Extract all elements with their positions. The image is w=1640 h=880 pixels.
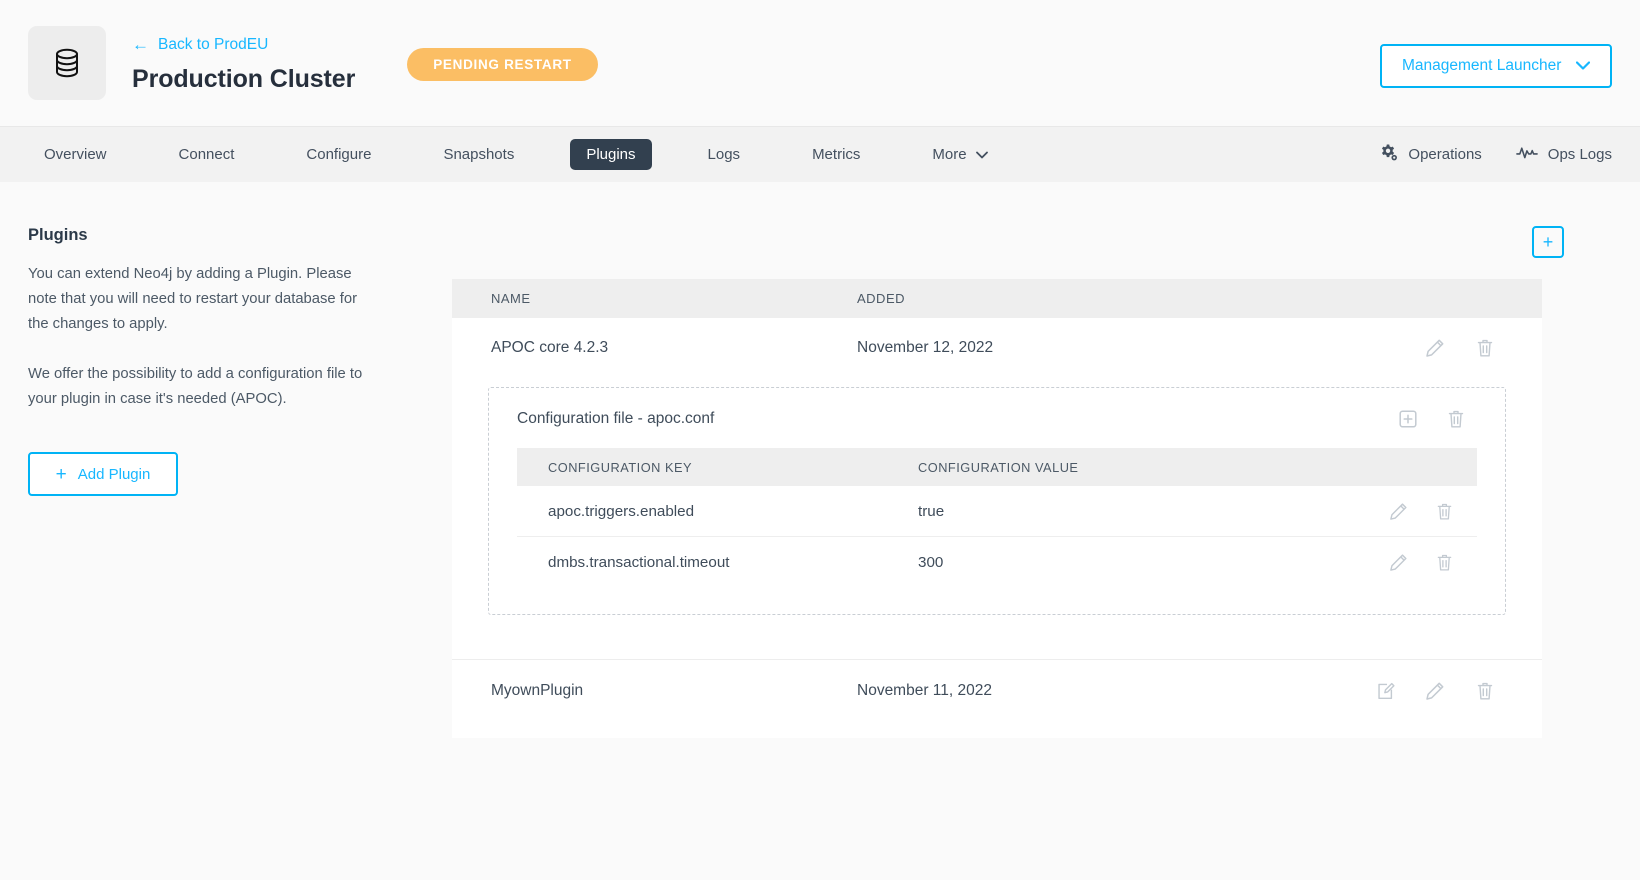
back-link-label: Back to ProdEU [158, 37, 268, 53]
sidebar-heading: Plugins [28, 226, 420, 245]
tab-more-label: More [932, 146, 966, 163]
plugin-added-date: November 12, 2022 [857, 339, 1424, 357]
add-plugin-label: Add Plugin [78, 466, 151, 483]
column-header-config-value: CONFIGURATION VALUE [918, 460, 1078, 475]
management-launcher-label: Management Launcher [1402, 57, 1561, 75]
config-key: dmbs.transactional.timeout [548, 554, 918, 571]
delete-trash-icon[interactable] [1433, 500, 1455, 522]
page-header: ← Back to ProdEU Production Cluster PEND… [0, 0, 1640, 126]
config-panel-actions [1397, 408, 1477, 430]
nav-ops-logs[interactable]: Ops Logs [1516, 145, 1612, 165]
delete-trash-icon[interactable] [1474, 680, 1496, 702]
arrow-left-icon: ← [132, 36, 149, 53]
nav-right-group: Operations Ops Logs [1379, 143, 1612, 166]
delete-trash-icon[interactable] [1433, 552, 1455, 574]
config-panel-header: Configuration file - apoc.conf [517, 408, 1477, 430]
nav-operations-label: Operations [1408, 146, 1481, 163]
edit-pencil-icon[interactable] [1424, 680, 1446, 702]
tab-logs[interactable]: Logs [692, 139, 757, 170]
gear-icon [1379, 143, 1398, 166]
plugins-table-header: NAME ADDED [452, 279, 1542, 318]
title-block: ← Back to ProdEU Production Cluster [132, 26, 355, 94]
edit-pencil-icon[interactable] [1387, 500, 1409, 522]
edit-pencil-icon[interactable] [1424, 337, 1446, 359]
config-row-actions [1387, 500, 1477, 522]
plugins-sidebar: Plugins You can extend Neo4j by adding a… [28, 226, 420, 738]
delete-config-file-icon[interactable] [1445, 408, 1467, 430]
config-key: apoc.triggers.enabled [548, 503, 918, 520]
plus-icon: + [56, 465, 67, 484]
table-row[interactable]: MyownPlugin November 11, 2022 [452, 660, 1542, 722]
row-actions [1374, 680, 1542, 702]
plugin-name: MyownPlugin [491, 682, 857, 700]
add-plugin-icon-button[interactable]: + [1532, 226, 1564, 258]
add-plugin-button[interactable]: + Add Plugin [28, 452, 178, 496]
tab-plugins[interactable]: Plugins [570, 139, 651, 170]
plugin-added-date: November 11, 2022 [857, 682, 1374, 700]
add-config-file-icon[interactable] [1374, 680, 1396, 702]
plugins-main: + NAME ADDED APOC core 4.2.3 November 12… [452, 226, 1612, 738]
column-header-config-key: CONFIGURATION KEY [548, 460, 918, 475]
config-row[interactable]: dmbs.transactional.timeout 300 [517, 537, 1477, 588]
status-badge: PENDING RESTART [407, 48, 598, 81]
tab-connect[interactable]: Connect [163, 139, 251, 170]
column-header-name: NAME [491, 291, 857, 306]
plugin-name: APOC core 4.2.3 [491, 339, 857, 357]
column-header-added: ADDED [857, 291, 1542, 306]
database-icon [28, 26, 106, 100]
add-button-row: + [452, 226, 1612, 258]
sidebar-paragraph-2: We offer the possibility to add a config… [28, 362, 380, 412]
add-config-row-icon[interactable] [1397, 408, 1419, 430]
edit-pencil-icon[interactable] [1387, 552, 1409, 574]
config-table-header: CONFIGURATION KEY CONFIGURATION VALUE [517, 448, 1477, 486]
config-panel-wrapper: Configuration file - apoc.conf CONFIGURA… [452, 377, 1542, 637]
tab-configure[interactable]: Configure [290, 139, 387, 170]
chevron-down-icon [976, 146, 988, 163]
config-row-actions [1387, 552, 1477, 574]
nav-operations[interactable]: Operations [1379, 143, 1481, 166]
sidebar-paragraph-1: You can extend Neo4j by adding a Plugin.… [28, 262, 380, 337]
management-launcher-button[interactable]: Management Launcher [1380, 44, 1612, 88]
tab-overview[interactable]: Overview [28, 139, 123, 170]
delete-trash-icon[interactable] [1474, 337, 1496, 359]
config-row[interactable]: apoc.triggers.enabled true [517, 486, 1477, 537]
plugins-table: NAME ADDED APOC core 4.2.3 November 12, … [452, 279, 1542, 738]
pulse-icon [1516, 145, 1538, 165]
config-value: true [918, 503, 944, 520]
row-actions [1424, 337, 1542, 359]
config-value: 300 [918, 554, 943, 571]
nav-left-group: Overview Connect Configure Snapshots Plu… [28, 139, 1004, 170]
main-navigation: Overview Connect Configure Snapshots Plu… [0, 126, 1640, 182]
nav-ops-logs-label: Ops Logs [1548, 146, 1612, 163]
table-row[interactable]: APOC core 4.2.3 November 12, 2022 [452, 318, 1542, 377]
tab-metrics[interactable]: Metrics [796, 139, 876, 170]
chevron-down-icon [1576, 59, 1590, 73]
launcher-wrapper: Management Launcher [1380, 26, 1612, 88]
back-to-prodeu-link[interactable]: ← Back to ProdEU [132, 36, 355, 53]
tab-more[interactable]: More [916, 139, 1003, 170]
config-file-title: Configuration file - apoc.conf [517, 410, 714, 428]
page-content: Plugins You can extend Neo4j by adding a… [0, 182, 1640, 738]
tab-snapshots[interactable]: Snapshots [427, 139, 530, 170]
configuration-file-panel: Configuration file - apoc.conf CONFIGURA… [488, 387, 1506, 615]
page-title: Production Cluster [132, 65, 355, 94]
